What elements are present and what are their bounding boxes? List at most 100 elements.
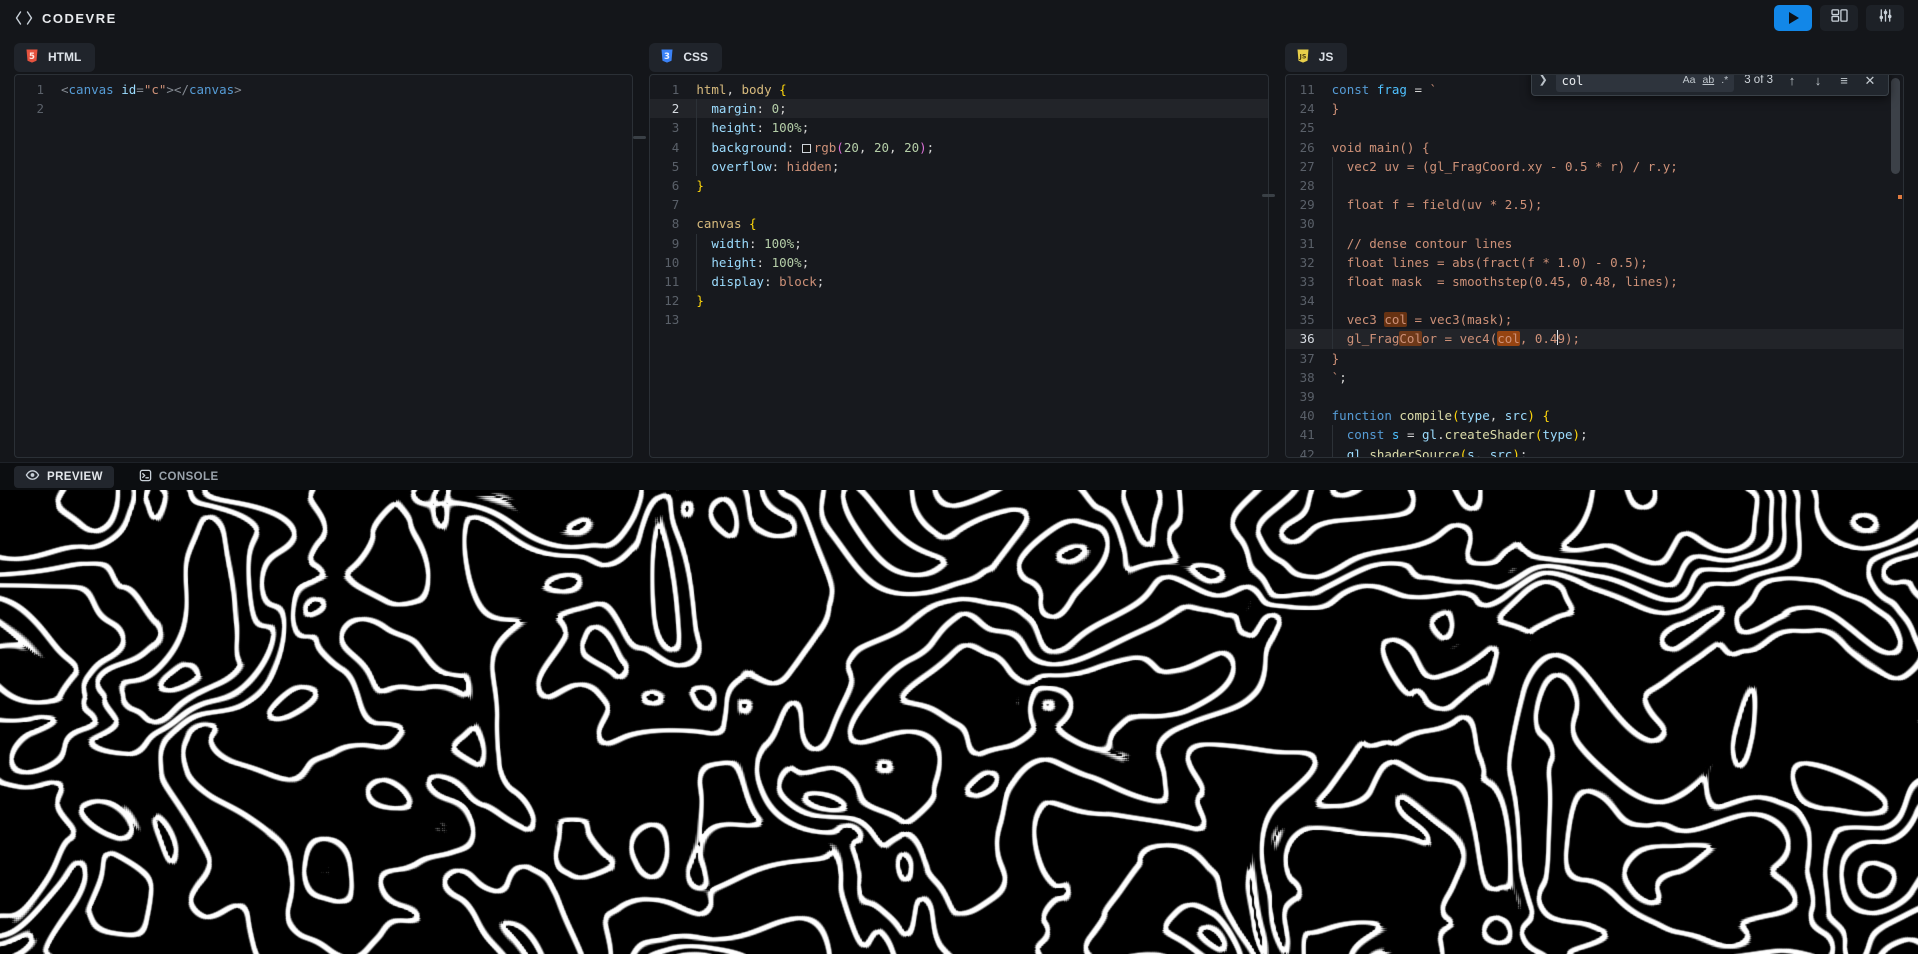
- match-case-button[interactable]: Aa: [1683, 74, 1696, 91]
- code-line[interactable]: 13: [650, 310, 1267, 329]
- settings-button[interactable]: [1866, 5, 1904, 31]
- code-line[interactable]: 30: [1286, 214, 1903, 233]
- code-line[interactable]: 8canvas {: [650, 214, 1267, 233]
- run-button[interactable]: [1774, 5, 1812, 31]
- line-number: 25: [1286, 118, 1332, 137]
- previous-match-button[interactable]: ↑: [1783, 74, 1801, 91]
- panel-js: JS JS 11const frag = `24}2526void main()…: [1285, 42, 1904, 458]
- code-text: display: block;: [696, 272, 1267, 291]
- code-line[interactable]: 27 vec2 uv = (gl_FragCoord.xy - 0.5 * r)…: [1286, 157, 1903, 176]
- line-number: 3: [650, 118, 696, 137]
- scrollbar-thumb[interactable]: [1891, 78, 1900, 174]
- tab-html[interactable]: 5 HTML: [14, 43, 95, 72]
- preview-pane: [0, 490, 1918, 954]
- close-search-button[interactable]: ✕: [1861, 74, 1879, 91]
- line-number: 1: [650, 80, 696, 99]
- css3-icon: 3: [659, 48, 675, 67]
- line-number: 40: [1286, 406, 1332, 425]
- code-text: canvas {: [696, 214, 1267, 233]
- search-results-count: 3 of 3: [1744, 74, 1773, 91]
- panel-resize-grip[interactable]: [1262, 194, 1275, 197]
- code-line[interactable]: 38`;: [1286, 368, 1903, 387]
- code-line[interactable]: 35 vec3 col = vec3(mask);: [1286, 310, 1903, 329]
- code-text: [696, 195, 1267, 214]
- line-number: 2: [650, 99, 696, 118]
- color-swatch: [802, 144, 811, 153]
- code-line[interactable]: 34: [1286, 291, 1903, 310]
- code-text: const s = gl.createShader(type);: [1332, 425, 1903, 444]
- code-line[interactable]: 24}: [1286, 99, 1903, 118]
- js-editor[interactable]: 11const frag = `24}2526void main() {27 v…: [1285, 74, 1904, 458]
- css-editor[interactable]: 1html, body {2 margin: 0;3 height: 100%;…: [649, 74, 1268, 458]
- code-line[interactable]: 5 overflow: hidden;: [650, 157, 1267, 176]
- line-number: 31: [1286, 234, 1332, 253]
- code-text: gl_FragColor = vec4(col, 0.49);: [1332, 329, 1903, 348]
- toggle-replace-chevron-icon[interactable]: ❯: [1538, 74, 1547, 91]
- code-line[interactable]: 6}: [650, 176, 1267, 195]
- code-line[interactable]: 31 // dense contour lines: [1286, 234, 1903, 253]
- line-number: 36: [1286, 329, 1332, 348]
- tab-console[interactable]: CONSOLE: [128, 466, 230, 488]
- next-match-button[interactable]: ↓: [1809, 74, 1827, 91]
- code-line[interactable]: 9 width: 100%;: [650, 234, 1267, 253]
- find-widget: ❯ Aa ab .* 3 of 3 ↑ ↓ ≡ ✕: [1531, 74, 1889, 96]
- layout-button[interactable]: [1820, 5, 1858, 31]
- code-text: `;: [1332, 368, 1903, 387]
- line-number: 5: [650, 157, 696, 176]
- code-text: float f = field(uv * 2.5);: [1332, 195, 1903, 214]
- code-text: }: [696, 176, 1267, 195]
- code-text: [1332, 214, 1903, 233]
- tab-console-label: CONSOLE: [159, 471, 219, 483]
- find-in-selection-button[interactable]: ≡: [1835, 74, 1853, 91]
- console-icon: [139, 469, 152, 485]
- code-line[interactable]: 1html, body {: [650, 80, 1267, 99]
- tab-js-label: JS: [1319, 50, 1334, 64]
- code-text: }: [696, 291, 1267, 310]
- svg-text:JS: JS: [1298, 53, 1306, 60]
- code-line[interactable]: 3 height: 100%;: [650, 118, 1267, 137]
- code-line[interactable]: 33 float mask = smoothstep(0.45, 0.48, l…: [1286, 272, 1903, 291]
- regex-button[interactable]: .*: [1721, 74, 1728, 91]
- panel-html: 5 HTML 1<canvas id="c"></canvas>2: [14, 42, 633, 458]
- search-input[interactable]: [1558, 74, 1676, 91]
- code-line[interactable]: 29 float f = field(uv * 2.5);: [1286, 195, 1903, 214]
- code-line[interactable]: 36 gl_FragColor = vec4(col, 0.49);: [1286, 329, 1903, 348]
- code-text: margin: 0;: [696, 99, 1267, 118]
- code-line[interactable]: 25: [1286, 118, 1903, 137]
- brand: CODEVRE: [14, 10, 117, 26]
- tab-preview[interactable]: PREVIEW: [14, 466, 114, 488]
- panel-resize-grip[interactable]: [633, 136, 646, 139]
- tab-js[interactable]: JS JS: [1285, 43, 1348, 72]
- code-line[interactable]: 7: [650, 195, 1267, 214]
- html-editor[interactable]: 1<canvas id="c"></canvas>2: [14, 74, 633, 458]
- whole-word-button[interactable]: ab: [1703, 74, 1715, 91]
- line-number: 41: [1286, 425, 1332, 444]
- line-number: 32: [1286, 253, 1332, 272]
- code-line[interactable]: 42 gl.shaderSource(s, src);: [1286, 445, 1903, 458]
- tab-css[interactable]: 3 CSS: [649, 43, 722, 72]
- code-line[interactable]: 39: [1286, 387, 1903, 406]
- code-line[interactable]: 4 background: rgb(20, 20, 20);: [650, 138, 1267, 157]
- output-tabbar: PREVIEW CONSOLE: [0, 462, 1918, 490]
- code-line[interactable]: 40function compile(type, src) {: [1286, 406, 1903, 425]
- line-number: 2: [15, 99, 61, 118]
- code-line[interactable]: 28: [1286, 176, 1903, 195]
- svg-text:5: 5: [29, 51, 35, 61]
- line-number: 4: [650, 138, 696, 157]
- code-text: vec3 col = vec3(mask);: [1332, 310, 1903, 329]
- code-line[interactable]: 1<canvas id="c"></canvas>: [15, 80, 632, 99]
- code-line[interactable]: 37}: [1286, 349, 1903, 368]
- search-box: Aa ab .*: [1556, 74, 1735, 92]
- code-text: // dense contour lines: [1332, 234, 1903, 253]
- code-text: float mask = smoothstep(0.45, 0.48, line…: [1332, 272, 1903, 291]
- code-line[interactable]: 12}: [650, 291, 1267, 310]
- code-line[interactable]: 10 height: 100%;: [650, 253, 1267, 272]
- code-line[interactable]: 2 margin: 0;: [650, 99, 1267, 118]
- code-text: [1332, 291, 1903, 310]
- code-line[interactable]: 26void main() {: [1286, 138, 1903, 157]
- code-line[interactable]: 11 display: block;: [650, 272, 1267, 291]
- code-line[interactable]: 41 const s = gl.createShader(type);: [1286, 425, 1903, 444]
- code-line[interactable]: 2: [15, 99, 632, 118]
- code-line[interactable]: 32 float lines = abs(fract(f * 1.0) - 0.…: [1286, 253, 1903, 272]
- line-number: 7: [650, 195, 696, 214]
